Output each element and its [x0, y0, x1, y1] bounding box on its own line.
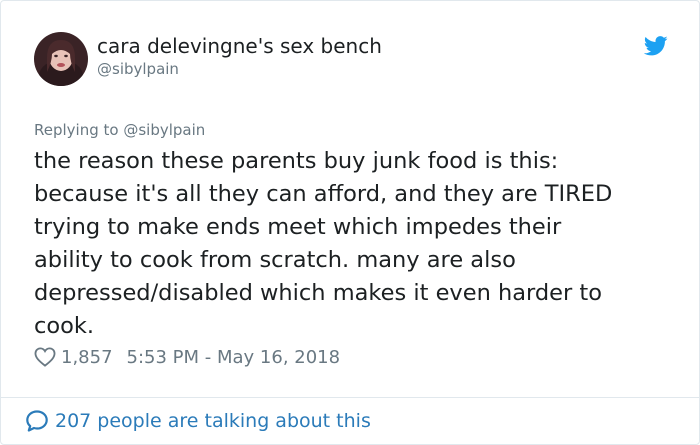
tweet-meta: 1,857 5:53 PM - May 16, 2018 — [34, 345, 340, 369]
replying-to-label[interactable]: Replying to @sibylpain — [34, 120, 205, 140]
tweet-card: cara delevingne's sex bench @sibylpain R… — [0, 0, 700, 445]
talking-about-label: 207 people are talking about this — [55, 410, 371, 432]
tweet-text: the reason these parents buy junk food i… — [34, 148, 613, 339]
heart-icon[interactable] — [34, 347, 56, 367]
avatar-image — [34, 32, 88, 86]
talking-about-link[interactable]: 207 people are talking about this — [25, 407, 371, 435]
speech-bubble-icon — [26, 410, 48, 432]
user-handle[interactable]: @sibylpain — [97, 59, 179, 79]
tweet-timestamp[interactable]: 5:53 PM - May 16, 2018 — [127, 347, 341, 368]
like-count[interactable]: 1,857 — [61, 347, 113, 368]
avatar[interactable] — [34, 32, 88, 86]
display-name[interactable]: cara delevingne's sex bench — [97, 33, 382, 59]
card-divider — [1, 397, 699, 398]
twitter-bird-icon[interactable] — [644, 36, 668, 56]
